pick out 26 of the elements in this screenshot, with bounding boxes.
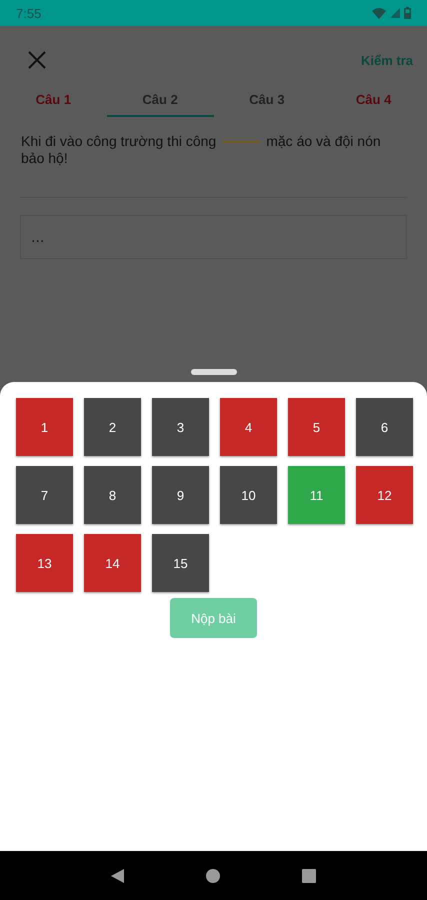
question-number-cell[interactable]: 3 xyxy=(152,398,209,456)
home-icon[interactable] xyxy=(206,868,220,882)
question-number-cell[interactable]: 5 xyxy=(288,398,345,456)
signal-icon xyxy=(390,8,400,18)
question-number-cell[interactable]: 14 xyxy=(84,534,141,592)
back-icon[interactable] xyxy=(110,868,125,882)
clock-time: 7:55 xyxy=(16,6,42,20)
answer-field[interactable]: ... xyxy=(20,215,407,259)
close-icon[interactable] xyxy=(26,49,48,71)
question-number-cell[interactable]: 12 xyxy=(356,466,413,524)
question-number-cell[interactable]: 13 xyxy=(16,534,73,592)
question-number-cell[interactable]: 10 xyxy=(220,466,277,524)
battery-icon xyxy=(404,7,411,19)
question-number-cell[interactable]: 4 xyxy=(220,398,277,456)
recents-icon[interactable] xyxy=(302,868,316,882)
question-number-cell[interactable]: 1 xyxy=(16,398,73,456)
question-number-cell[interactable]: 8 xyxy=(84,466,141,524)
question-number-cell[interactable]: 7 xyxy=(16,466,73,524)
question-number-cell[interactable]: 6 xyxy=(356,398,413,456)
drag-handle[interactable] xyxy=(190,369,236,375)
question-number-cell[interactable]: 15 xyxy=(152,534,209,592)
question-number-cell[interactable]: 9 xyxy=(152,466,209,524)
question-number-cell[interactable]: 11 xyxy=(288,466,345,524)
question-text: Khi đi vào công trường thi công mặc áo và đội nón bảo hộ! xyxy=(21,133,382,167)
question-number-cell[interactable]: 2 xyxy=(84,398,141,456)
wifi-icon xyxy=(372,8,386,18)
